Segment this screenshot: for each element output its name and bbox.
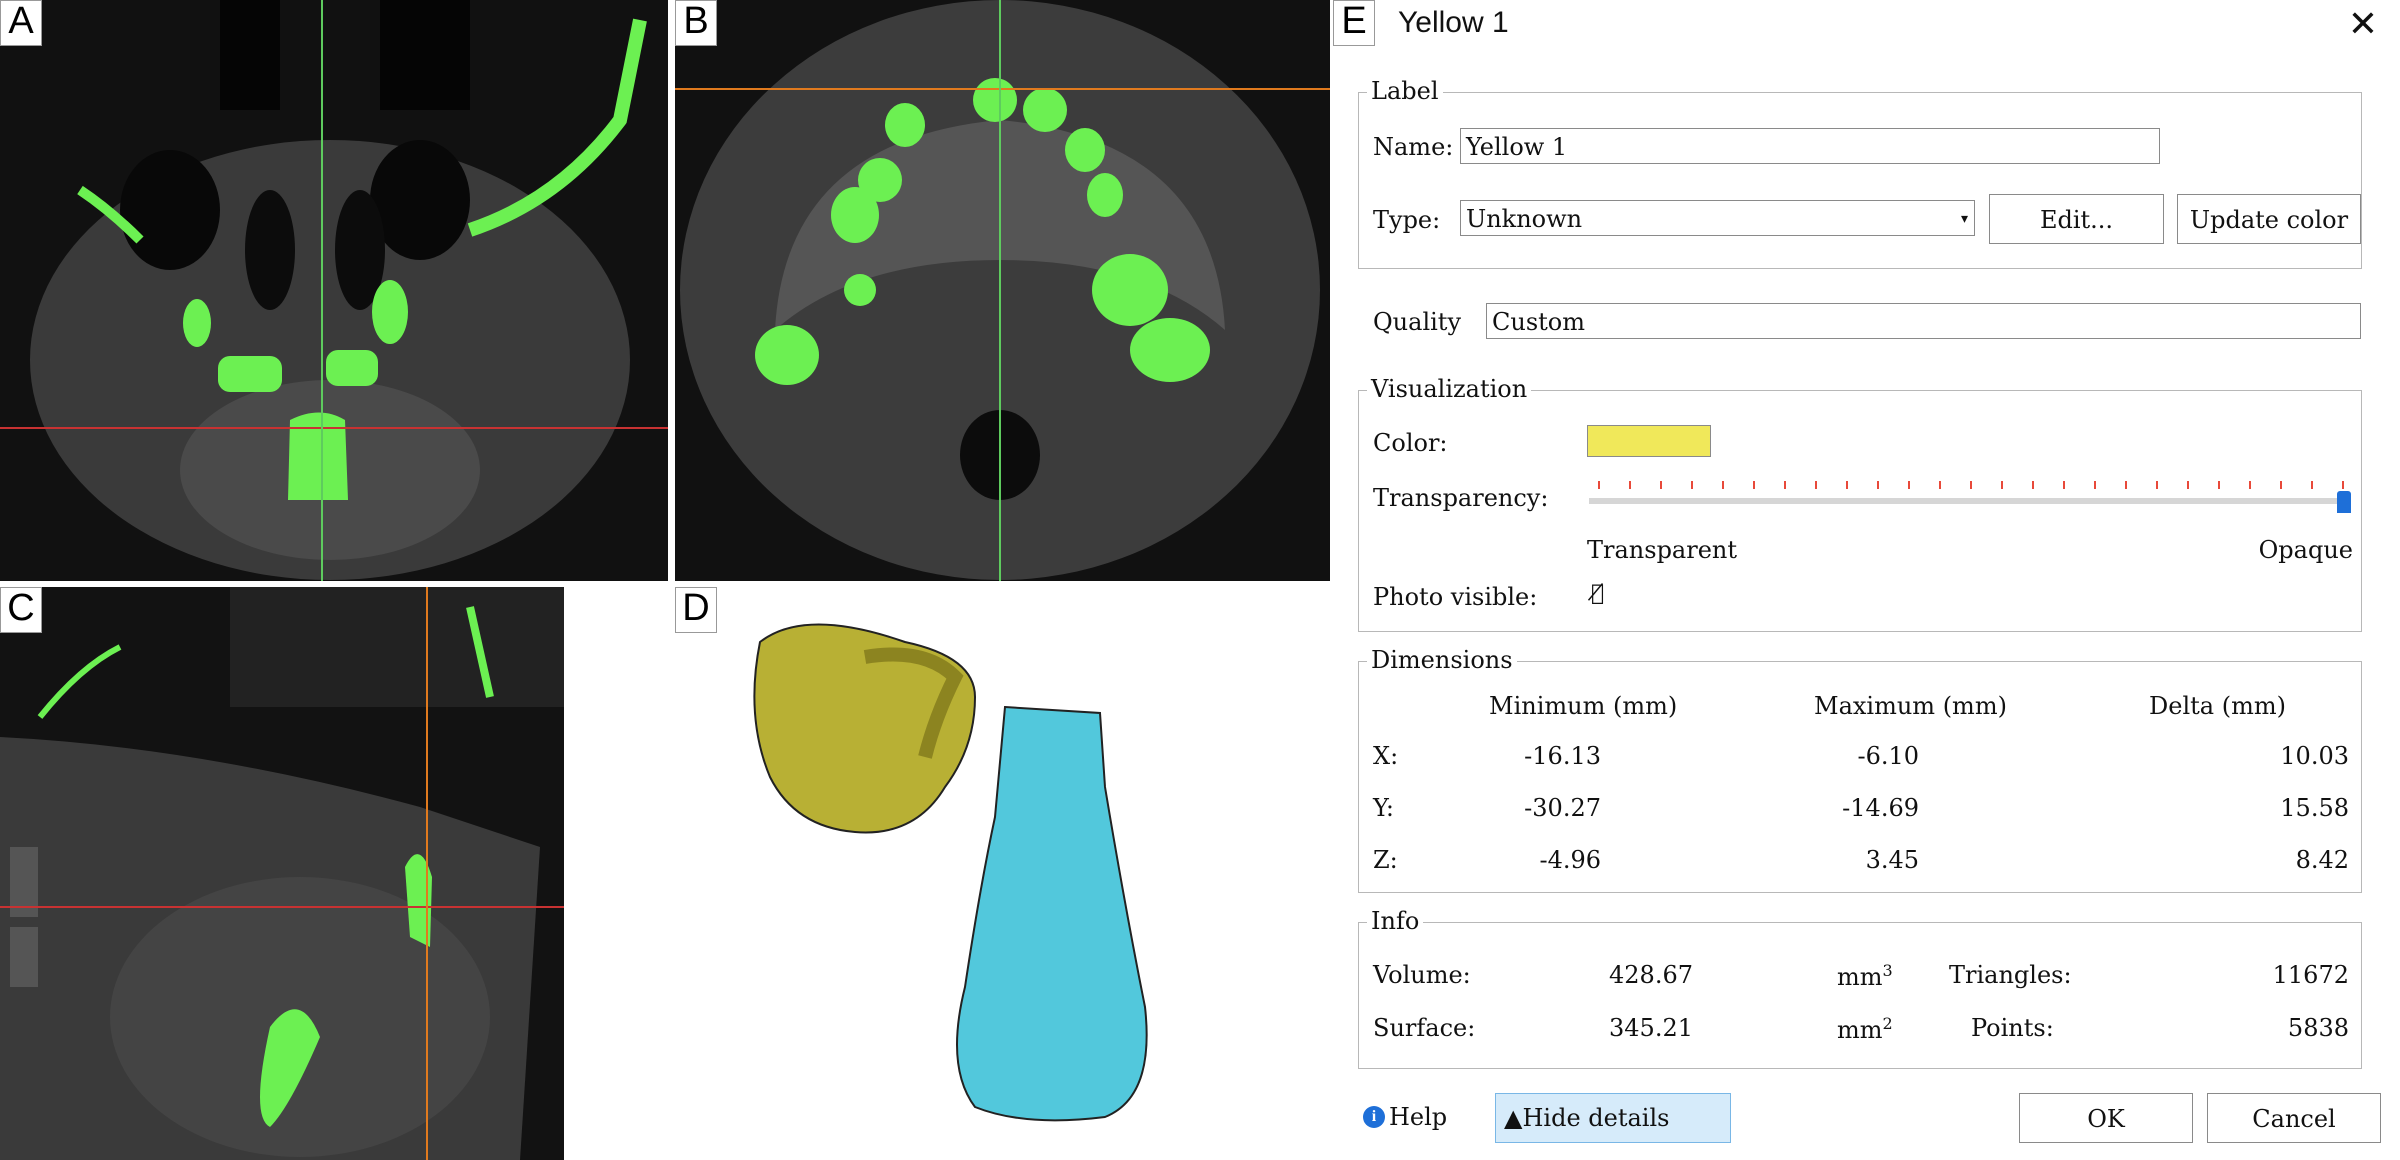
visualization-group-title: Visualization (1367, 375, 1532, 403)
hide-details-button[interactable]: ▲Hide details (1495, 1093, 1731, 1143)
panel-label-b: B (675, 0, 717, 46)
info-icon: i (1363, 1106, 1385, 1128)
cancel-button[interactable]: Cancel (2207, 1093, 2381, 1143)
row-z-delta: 8.42 (2295, 846, 2349, 874)
surface-unit-exp: 2 (1882, 1014, 1893, 1033)
row-y-axis: Y: (1373, 794, 1394, 822)
row-x-max: -6.10 (1857, 742, 1919, 770)
slider-max-label: Opaque (2258, 536, 2353, 564)
name-input[interactable]: Yellow 1 (1460, 128, 2160, 164)
update-color-button[interactable]: Update color (2177, 194, 2361, 244)
volume-unit-text: mm (1837, 963, 1883, 991)
quality-label: Quality (1373, 308, 1461, 336)
close-icon[interactable]: ✕ (2348, 4, 2378, 45)
dimensions-group: Dimensions Minimum (mm) Maximum (mm) Del… (1358, 646, 2362, 893)
row-x-delta: 10.03 (2280, 742, 2349, 770)
type-select[interactable]: Unknown ▾ (1460, 200, 1975, 236)
ct-sagittal-view[interactable]: C (0, 587, 564, 1160)
ct-axial-image (675, 0, 1330, 581)
row-z-max: 3.45 (1865, 846, 1919, 874)
photo-visible-label: Photo visible: (1373, 583, 1538, 611)
panel-label-c: C (0, 587, 42, 633)
dimensions-group-title: Dimensions (1367, 646, 1517, 674)
surface-value: 345.21 (1609, 1014, 1693, 1042)
color-swatch[interactable] (1587, 425, 1711, 457)
info-group-title: Info (1367, 907, 1424, 935)
dimensions-header-delta: Delta (mm) (2149, 692, 2286, 720)
chevron-down-icon: ▾ (1960, 211, 1968, 227)
row-z-min: -4.96 (1539, 846, 1601, 874)
name-label: Name: (1373, 133, 1454, 161)
hide-details-label: Hide details (1522, 1104, 1670, 1132)
volume-unit-exp: 3 (1882, 961, 1893, 980)
object-properties-dialog: E Yellow 1 ✕ Label Name: Yellow 1 Type: … (1333, 0, 2400, 1160)
slider-thumb[interactable] (2337, 491, 2351, 513)
ct-sagittal-image (0, 587, 564, 1160)
label-group: Label Name: Yellow 1 Type: Unknown ▾ Edi… (1358, 77, 2362, 269)
points-label: Points: (1971, 1014, 2054, 1042)
help-link[interactable]: i Help (1363, 1103, 1447, 1131)
tooth-3d-image (753, 623, 1148, 1122)
points-value: 5838 (2287, 1014, 2349, 1042)
dialog-title: Yellow 1 (1398, 6, 1509, 39)
transparency-slider-track (1589, 481, 2347, 504)
quality-input[interactable]: Custom (1486, 303, 2361, 339)
panel-label-d: D (675, 587, 717, 633)
surface-unit: mm2 (1837, 1014, 1893, 1044)
row-x-min: -16.13 (1524, 742, 1601, 770)
dimensions-header-min: Minimum (mm) (1489, 692, 1678, 720)
visualization-group: Visualization Color: Transparency: Trans… (1358, 375, 2362, 632)
row-y-max: -14.69 (1842, 794, 1919, 822)
info-group: Info Volume: 428.67 mm3 Triangles: 11672… (1358, 907, 2362, 1069)
panel-label-a: A (0, 0, 42, 46)
edit-button[interactable]: Edit... (1989, 194, 2164, 244)
slider-min-label: Transparent (1587, 536, 1738, 564)
surface-unit-text: mm (1837, 1016, 1883, 1044)
dimensions-header-max: Maximum (mm) (1814, 692, 2007, 720)
type-label: Type: (1373, 206, 1441, 234)
color-label: Color: (1373, 429, 1448, 457)
ct-coronal-view[interactable]: A (0, 0, 668, 581)
triangles-label: Triangles: (1949, 961, 2072, 989)
ct-coronal-image (0, 0, 668, 581)
transparency-label: Transparency: (1373, 484, 1549, 512)
type-select-value: Unknown (1466, 205, 1583, 233)
eye-hidden-icon[interactable]: 👁̸ (1591, 581, 1604, 606)
help-label: Help (1389, 1103, 1448, 1131)
label-group-title: Label (1367, 77, 1443, 105)
panel-label-e: E (1333, 0, 1375, 46)
ct-axial-view[interactable]: B (675, 0, 1330, 581)
transparency-slider[interactable] (1587, 477, 2357, 517)
row-z-axis: Z: (1373, 846, 1398, 874)
row-y-delta: 15.58 (2280, 794, 2349, 822)
tooth-3d-view[interactable]: D (675, 587, 1325, 1160)
ok-button[interactable]: OK (2019, 1093, 2193, 1143)
volume-label: Volume: (1373, 961, 1471, 989)
volume-value: 428.67 (1609, 961, 1693, 989)
row-x-axis: X: (1373, 742, 1399, 770)
surface-label: Surface: (1373, 1014, 1476, 1042)
caret-up-icon: ▲ (1504, 1104, 1523, 1132)
volume-unit: mm3 (1837, 961, 1893, 991)
row-y-min: -30.27 (1524, 794, 1601, 822)
triangles-value: 11672 (2272, 961, 2349, 989)
